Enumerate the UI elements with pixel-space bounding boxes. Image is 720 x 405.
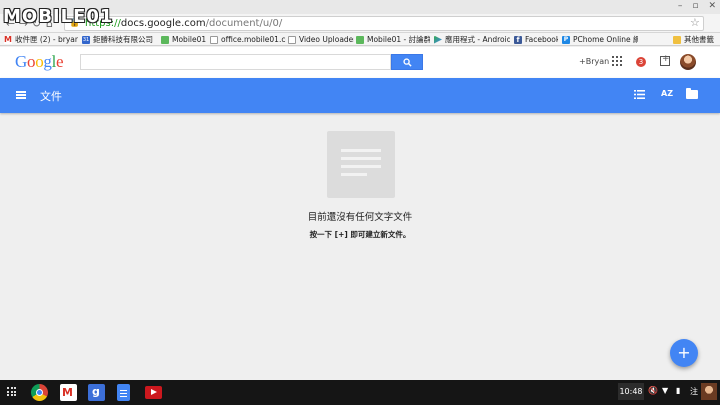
url-path: /document/u/0/ bbox=[205, 18, 283, 29]
url-host: docs.google.com bbox=[120, 18, 206, 29]
bookmark-item[interactable]: f Facebook bbox=[514, 33, 558, 46]
watermark-logo: MOBILE01 bbox=[3, 5, 114, 27]
bookmark-label: 其他書籤 bbox=[684, 35, 714, 44]
bookmarks-bar: M 收件匣 (2) - bryan@ 31 鉅勝科技有限公司 Mobile01 … bbox=[0, 33, 720, 46]
page-icon bbox=[288, 35, 296, 44]
user-profile-link[interactable]: +Bryan bbox=[579, 57, 609, 66]
empty-state-hint: 按一下 [+] 即可建立新文件。 bbox=[309, 230, 411, 239]
bookmark-item[interactable]: Mobile01 - 討論群組 bbox=[356, 33, 430, 46]
search-icon bbox=[402, 57, 412, 67]
close-button[interactable]: ✕ bbox=[708, 1, 716, 11]
calendar-icon: 31 bbox=[82, 35, 90, 44]
bookmark-label: Mobile01 - 討論群組 bbox=[367, 35, 430, 44]
bookmark-item[interactable]: 應用程式 - Android bbox=[434, 33, 510, 46]
notification-badge[interactable]: 3 bbox=[636, 57, 646, 67]
clock[interactable]: 10:48 bbox=[618, 383, 644, 400]
google-plus-icon[interactable]: g bbox=[88, 384, 105, 401]
youtube-icon[interactable] bbox=[145, 386, 162, 399]
docs-icon[interactable] bbox=[117, 384, 130, 401]
folder-icon bbox=[673, 35, 681, 44]
bookmark-star-icon[interactable]: ☆ bbox=[690, 16, 700, 29]
pchome-icon: P bbox=[562, 35, 570, 44]
page-title: 文件 bbox=[40, 90, 62, 103]
other-bookmarks[interactable]: 其他書籤 bbox=[673, 33, 718, 46]
ime-indicator[interactable]: 注 bbox=[690, 386, 698, 397]
window-controls: – ▫ ✕ bbox=[678, 1, 716, 11]
new-document-button[interactable]: + bbox=[670, 339, 698, 367]
bookmark-item[interactable]: Mobile01 bbox=[161, 33, 217, 46]
search-input[interactable] bbox=[80, 54, 391, 70]
wifi-icon[interactable]: ▼ bbox=[662, 386, 668, 395]
user-avatar[interactable] bbox=[701, 383, 717, 400]
empty-state-title: 目前還沒有任何文字文件 bbox=[307, 212, 413, 223]
play-store-icon bbox=[434, 35, 442, 44]
logo-letter: e bbox=[56, 52, 64, 71]
os-shelf bbox=[0, 380, 720, 405]
logo-letter: o bbox=[26, 52, 36, 71]
mobile01-icon bbox=[356, 35, 364, 44]
bookmark-label: office.mobile01.com bbox=[221, 35, 286, 44]
page-icon bbox=[210, 35, 218, 44]
apps-grid-icon[interactable] bbox=[612, 56, 622, 66]
bookmark-label: 收件匣 (2) - bryan@ bbox=[15, 35, 78, 44]
app-bar bbox=[0, 78, 720, 113]
gmail-icon[interactable]: M bbox=[60, 384, 77, 401]
list-view-icon[interactable] bbox=[634, 90, 645, 99]
empty-document-icon bbox=[327, 131, 395, 198]
bookmark-label: 應用程式 - Android bbox=[445, 35, 510, 44]
bookmark-label: Video Uploader bbox=[299, 35, 354, 44]
minimize-button[interactable]: – bbox=[678, 1, 683, 11]
chrome-icon[interactable] bbox=[31, 384, 48, 401]
gmail-icon: M bbox=[4, 34, 12, 44]
bookmark-item[interactable]: M 收件匣 (2) - bryan@ bbox=[4, 33, 78, 46]
bookmark-item[interactable]: office.mobile01.com bbox=[210, 33, 286, 46]
bookmark-item[interactable]: 31 鉅勝科技有限公司 bbox=[82, 33, 156, 46]
app-launcher-icon[interactable] bbox=[7, 387, 16, 396]
search-button[interactable] bbox=[391, 54, 423, 70]
logo-letter: G bbox=[15, 52, 27, 71]
avatar[interactable] bbox=[680, 54, 696, 70]
restore-button[interactable]: ▫ bbox=[692, 1, 698, 11]
bookmark-label: Facebook bbox=[525, 35, 558, 44]
mute-icon[interactable]: 🔇 bbox=[648, 386, 658, 395]
sort-az-icon[interactable]: AZ bbox=[661, 89, 673, 98]
address-bar[interactable]: https://docs.google.com/document/u/0/ bbox=[64, 16, 704, 31]
google-logo[interactable]: Google bbox=[15, 52, 64, 72]
bookmark-item[interactable]: P PChome Online 網路 bbox=[562, 33, 638, 46]
bookmark-item[interactable]: Video Uploader bbox=[288, 33, 354, 46]
folder-picker-icon[interactable] bbox=[686, 88, 698, 99]
bookmark-label: PChome Online 網路 bbox=[573, 35, 638, 44]
mobile01-icon bbox=[161, 35, 169, 44]
logo-letter: g bbox=[43, 52, 52, 71]
bookmark-label: Mobile01 bbox=[172, 35, 207, 44]
share-add-icon[interactable] bbox=[660, 54, 670, 66]
menu-icon[interactable] bbox=[16, 91, 26, 99]
facebook-icon: f bbox=[514, 35, 522, 44]
battery-icon[interactable]: ▮ bbox=[676, 386, 680, 395]
bookmark-label: 鉅勝科技有限公司 bbox=[93, 35, 153, 44]
